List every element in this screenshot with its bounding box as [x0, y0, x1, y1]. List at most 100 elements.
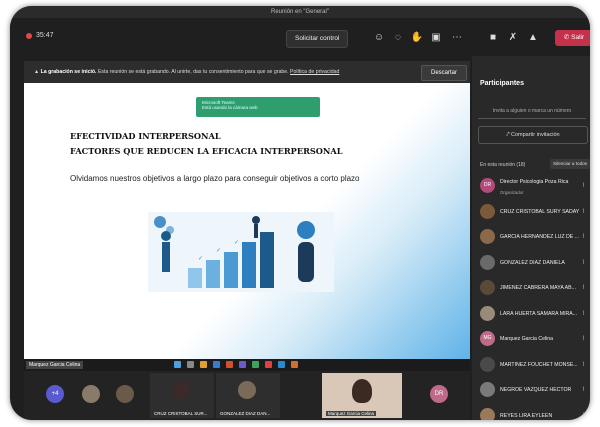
- participant-row[interactable]: GARCIA HERNANDEZ LUZ DE ... ⌇: [472, 225, 590, 251]
- chat-icon[interactable]: ◌: [391, 31, 405, 45]
- mic-icon: ⌇: [582, 285, 585, 291]
- warning-icon: ▲: [34, 69, 41, 75]
- mic-icon: ⌇: [582, 310, 585, 317]
- growth-illustration: ✓ ✓ ✓: [148, 212, 334, 292]
- participant-avatar: [116, 385, 134, 403]
- in-meeting-header[interactable]: En esta reunión (18): [480, 162, 525, 168]
- participant-strip: +4 CRUZ CRISTOBAL SUR... GONZALEZ DIAZ D…: [24, 371, 470, 420]
- svg-text:✓: ✓: [198, 256, 203, 262]
- video-tile-label: Marquez Garcia Celina: [326, 411, 377, 416]
- participant-photo: [172, 381, 190, 399]
- firefox-icon[interactable]: [291, 361, 298, 368]
- camera-notification[interactable]: Microsoft Teams Está usando la cámara we…: [196, 97, 320, 117]
- reactions-icon[interactable]: ✋: [410, 31, 424, 45]
- participant-row[interactable]: NEGROE VAZQUEZ HECTOR ⌇: [472, 378, 590, 404]
- participant-name: Director Psicologia Poza Rica: [500, 179, 569, 185]
- mic-icon: ⌇: [582, 336, 585, 342]
- rooms-icon[interactable]: ▣: [429, 31, 443, 45]
- svg-text:✓: ✓: [234, 240, 239, 246]
- mic-off-icon[interactable]: ✗: [506, 31, 520, 45]
- leave-button[interactable]: ✆ Salir: [555, 30, 590, 46]
- search-icon[interactable]: [174, 361, 181, 368]
- slide-body: Olvidamos nuestros objetivos a largo pla…: [70, 174, 360, 183]
- participant-avatar: [480, 382, 495, 397]
- excel-icon[interactable]: [252, 361, 259, 368]
- chrome-icon[interactable]: [265, 361, 272, 368]
- video-tile-label: CRUZ CRISTOBAL SUR...: [154, 411, 208, 416]
- privacy-link[interactable]: Política de privacidad: [290, 69, 339, 75]
- meeting-toolbar: 35:47 Solicitar control ☺ ◌ ✋ ▣ ⋯ ■ ✗ ▲ …: [10, 18, 590, 56]
- teams-window: Reunión en "General" 35:47 Solicitar con…: [10, 6, 590, 420]
- participant-avatar: [82, 385, 100, 403]
- participant-avatar: MG: [480, 331, 495, 346]
- participant-name: Marquez Garcia Celina: [500, 336, 554, 342]
- taskview-icon[interactable]: [187, 361, 194, 368]
- share-screen-icon[interactable]: ▲: [526, 31, 540, 45]
- mic-icon: ⌇: [582, 412, 585, 419]
- participant-name: MARTINEZ FOUCHET MONSE...: [500, 361, 578, 368]
- participant-row[interactable]: GONZALEZ DIAZ DANIELA ⌇: [472, 251, 590, 277]
- participant-avatar: [480, 254, 495, 270]
- participant-photo: [238, 381, 256, 399]
- video-tile-label: GONZALEZ DIAZ DAN...: [220, 411, 271, 416]
- mic-icon: ⌇: [582, 361, 585, 368]
- shared-slide: Microsoft Teams Está usando la cámara we…: [24, 83, 470, 359]
- participant-row[interactable]: MARTINEZ FOUCHET MONSE... ⌇: [472, 353, 590, 379]
- participant-avatar: [480, 356, 495, 372]
- word-icon[interactable]: [213, 361, 220, 368]
- notification-text: Está usando la cámara web: [202, 105, 258, 110]
- dismiss-button[interactable]: Descartar: [421, 65, 467, 81]
- participant-name: GONZALEZ DIAZ DANIELA: [500, 259, 565, 266]
- share-invite-button[interactable]: ⤤ Compartir invitación: [478, 126, 588, 144]
- edge-icon[interactable]: [278, 361, 285, 368]
- request-control-button[interactable]: Solicitar control: [286, 30, 349, 48]
- recording-dot-icon: [26, 32, 32, 39]
- meeting-timer: 35:47: [26, 32, 54, 39]
- participant-row[interactable]: JIMENEZ CABRERA MAYA AB... ⌇: [472, 276, 590, 302]
- slide-subtitle: FACTORES QUE REDUCEN LA EFICACIA INTERPE…: [70, 146, 343, 156]
- participant-row[interactable]: MG Marquez Garcia Celina ⌇: [472, 327, 590, 353]
- participant-avatar: [480, 305, 495, 321]
- avatar-initials: DR: [430, 385, 448, 403]
- participant-row[interactable]: DR Director Psicologia Poza Rica Organizad…: [472, 174, 590, 200]
- mic-icon: ⌇: [582, 208, 585, 215]
- recording-banner: ▲ La grabación se inició. Esta reunión s…: [24, 61, 470, 83]
- participant-name: JIMENEZ CABRERA MAYA AB...: [500, 285, 576, 291]
- more-participants-badge[interactable]: +4: [46, 385, 64, 403]
- participant-avatar: [480, 229, 495, 244]
- participant-photo: [352, 379, 372, 403]
- recording-text: Esta reunión se está grabando. Al unirte…: [97, 69, 289, 75]
- participant-row[interactable]: REYES LIRA EYLEEN ⌇: [472, 404, 590, 420]
- more-options-icon[interactable]: ⋯: [450, 31, 464, 45]
- mic-icon: ⌇: [582, 387, 585, 393]
- participants-icon[interactable]: ☺: [372, 31, 386, 45]
- powerpoint-icon[interactable]: [226, 361, 233, 368]
- mute-all-button[interactable]: Silenciar a todos: [550, 159, 590, 169]
- recording-started-text: La grabación se inició.: [40, 69, 97, 75]
- camera-icon[interactable]: ■: [486, 31, 500, 45]
- participant-list: DR Director Psicologia Poza Rica Organizad…: [472, 174, 590, 420]
- participant-name: LARA HUERTA SAMARA MIRA...: [500, 310, 578, 317]
- mic-icon: ⌇: [582, 259, 585, 266]
- timer-text: 35:47: [36, 32, 54, 39]
- participant-role: Organizador: [500, 190, 524, 195]
- explorer-icon[interactable]: [200, 361, 207, 368]
- invite-input[interactable]: Invita a alguien o marca un número: [478, 104, 586, 119]
- participants-panel: Participantes Invita a alguien o marca u…: [472, 56, 590, 420]
- panel-title: Participantes: [480, 80, 524, 87]
- presenter-taskbar: Marquez Garcia Celina: [24, 359, 470, 371]
- mic-icon: ⌇: [582, 234, 585, 240]
- video-tile[interactable]: GONZALEZ DIAZ DAN...: [216, 373, 280, 418]
- share-invite-label: Compartir invitación: [511, 132, 560, 138]
- participant-row[interactable]: LARA HUERTA SAMARA MIRA... ⌇: [472, 302, 590, 328]
- participant-row[interactable]: CRUZ CRISTOBAL SURY SADAY ⌇: [472, 200, 590, 226]
- video-tile[interactable]: Marquez Garcia Celina: [322, 373, 402, 418]
- video-tile[interactable]: CRUZ CRISTOBAL SUR...: [150, 373, 214, 418]
- teams-icon[interactable]: [239, 361, 246, 368]
- leave-label: Salir: [571, 34, 585, 41]
- participant-name: REYES LIRA EYLEEN: [500, 412, 553, 419]
- participant-name: CRUZ CRISTOBAL SURY SADAY: [500, 208, 580, 215]
- slide-title: EFECTIVIDAD INTERPERSONAL: [70, 131, 221, 141]
- window-title: Reunión en "General": [10, 6, 590, 18]
- participant-name: GARCIA HERNANDEZ LUZ DE ...: [500, 234, 579, 240]
